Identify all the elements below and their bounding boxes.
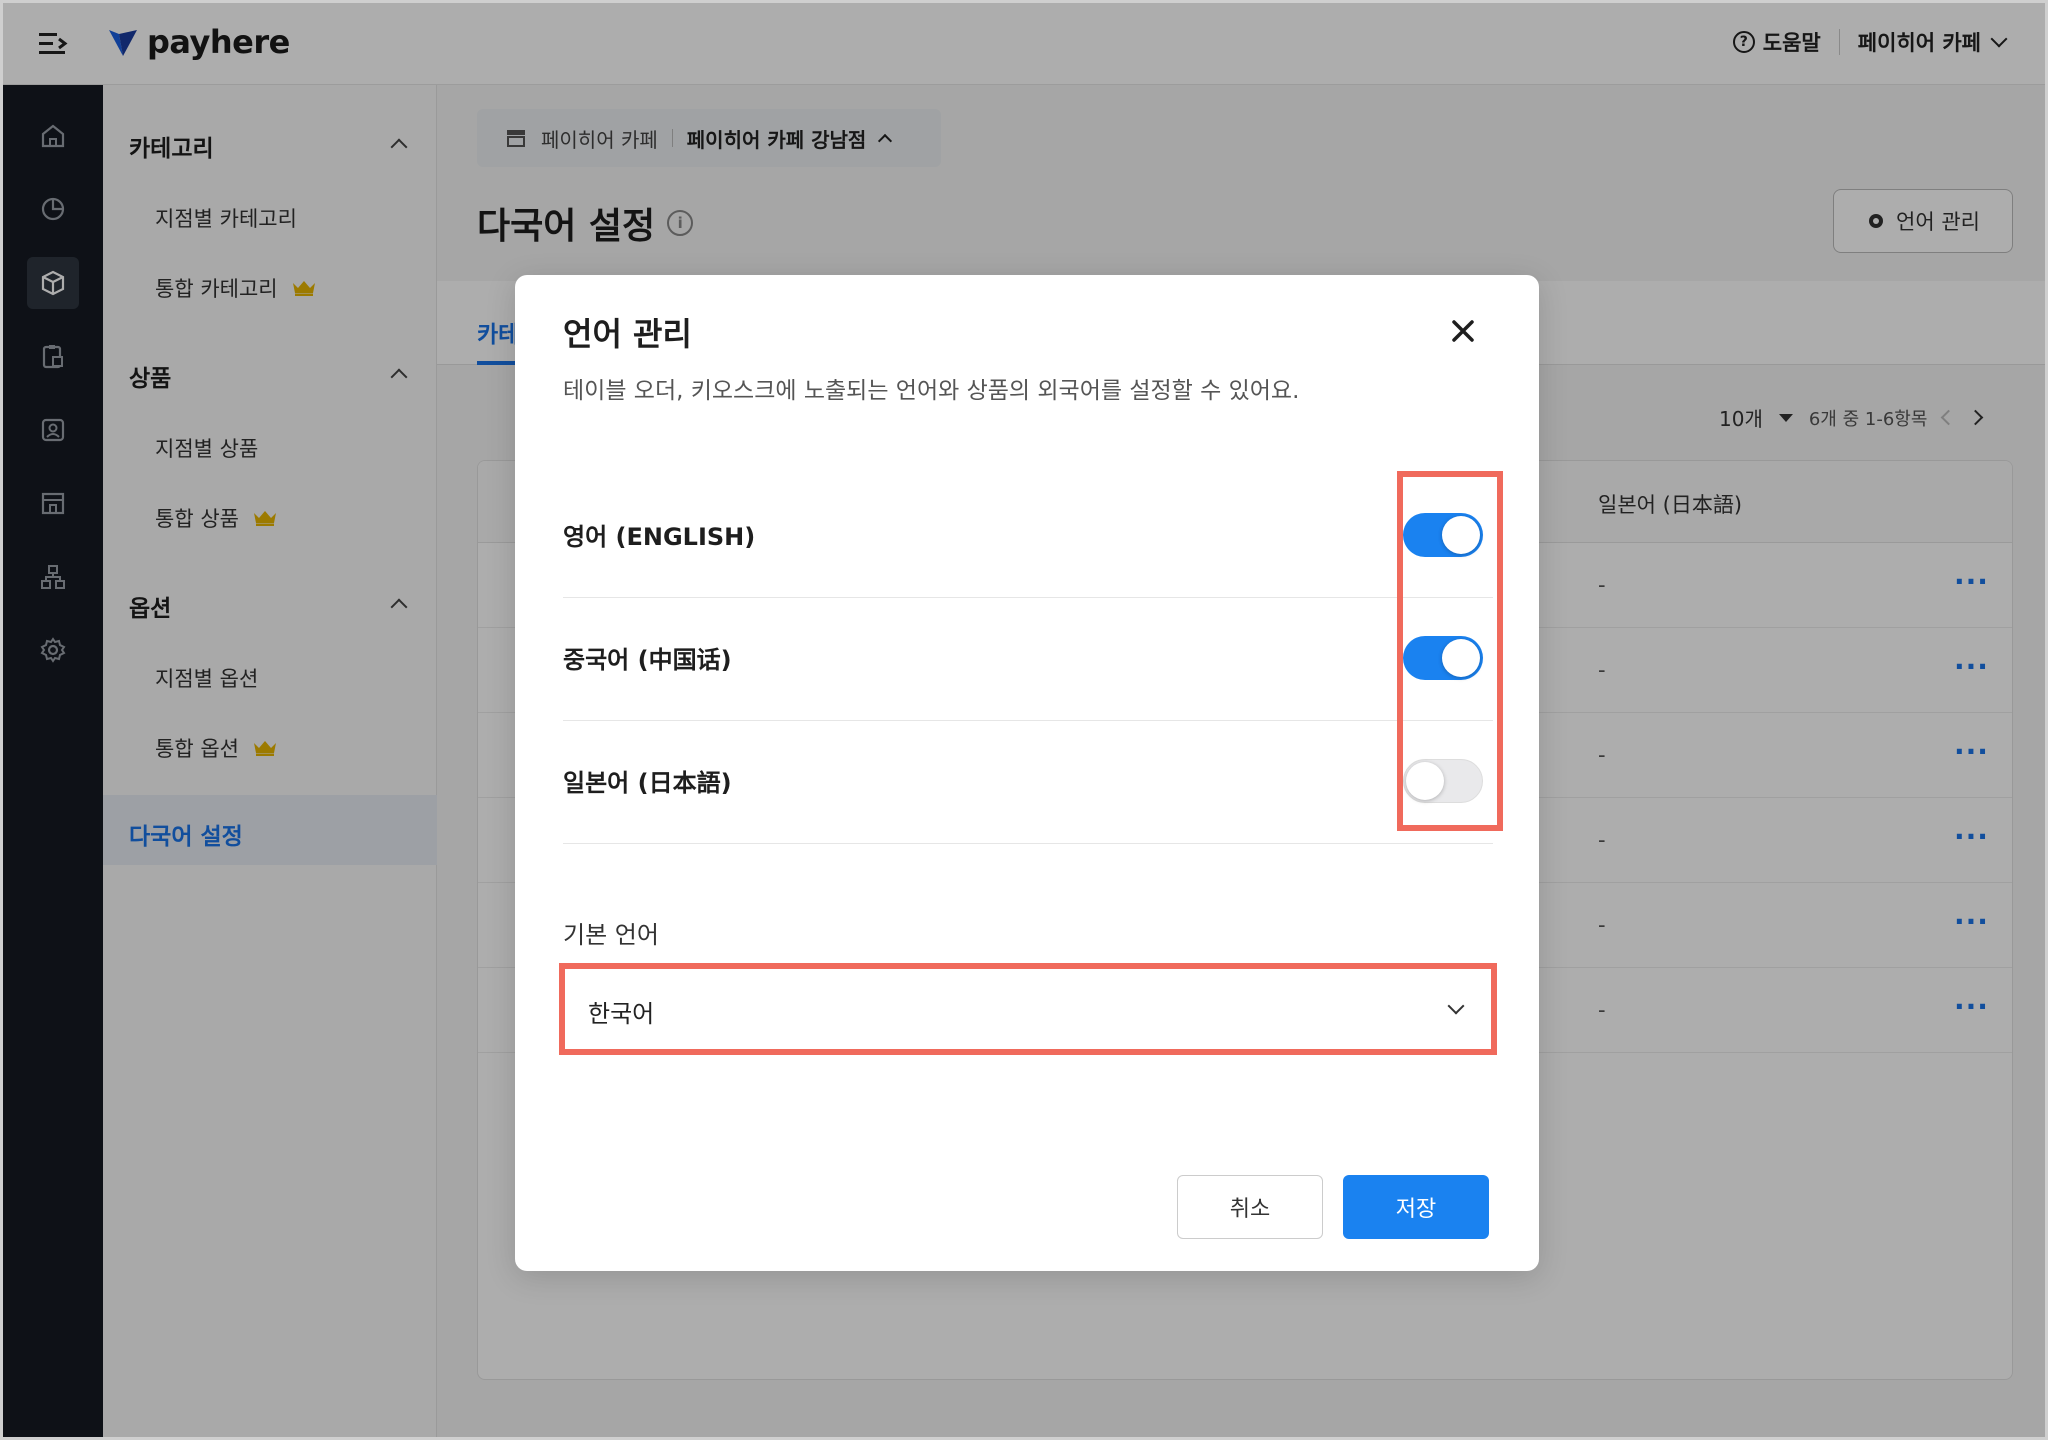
language-row-english: 영어 (ENGLISH) [563,475,1493,598]
highlight-box-select [559,963,1497,1055]
close-icon[interactable] [1443,311,1483,351]
highlight-box-toggles [1397,471,1503,831]
language-row-japanese: 일본어 (日本語) [563,721,1493,844]
cancel-button[interactable]: 취소 [1177,1175,1323,1239]
language-manage-dialog: 언어 관리 테이블 오더, 키오스크에 노출되는 언어와 상품의 외국어를 설정… [515,275,1539,1271]
dialog-description: 테이블 오더, 키오스크에 노출되는 언어와 상품의 외국어를 설정할 수 있어… [563,378,1300,404]
dialog-title: 언어 관리 [563,315,692,353]
app-window: payhere ? 도움말 페이히어 카페 카테고리 지점별 카테고리 통합 카… [0,0,2048,1440]
language-row-chinese: 중국어 (中国话) [563,598,1493,721]
language-name: 일본어 (日本語) [563,769,732,797]
language-name: 영어 (ENGLISH) [563,523,756,551]
default-language-label: 기본 언어 [563,921,659,949]
save-button[interactable]: 저장 [1343,1175,1489,1239]
language-name: 중국어 (中国话) [563,646,732,674]
